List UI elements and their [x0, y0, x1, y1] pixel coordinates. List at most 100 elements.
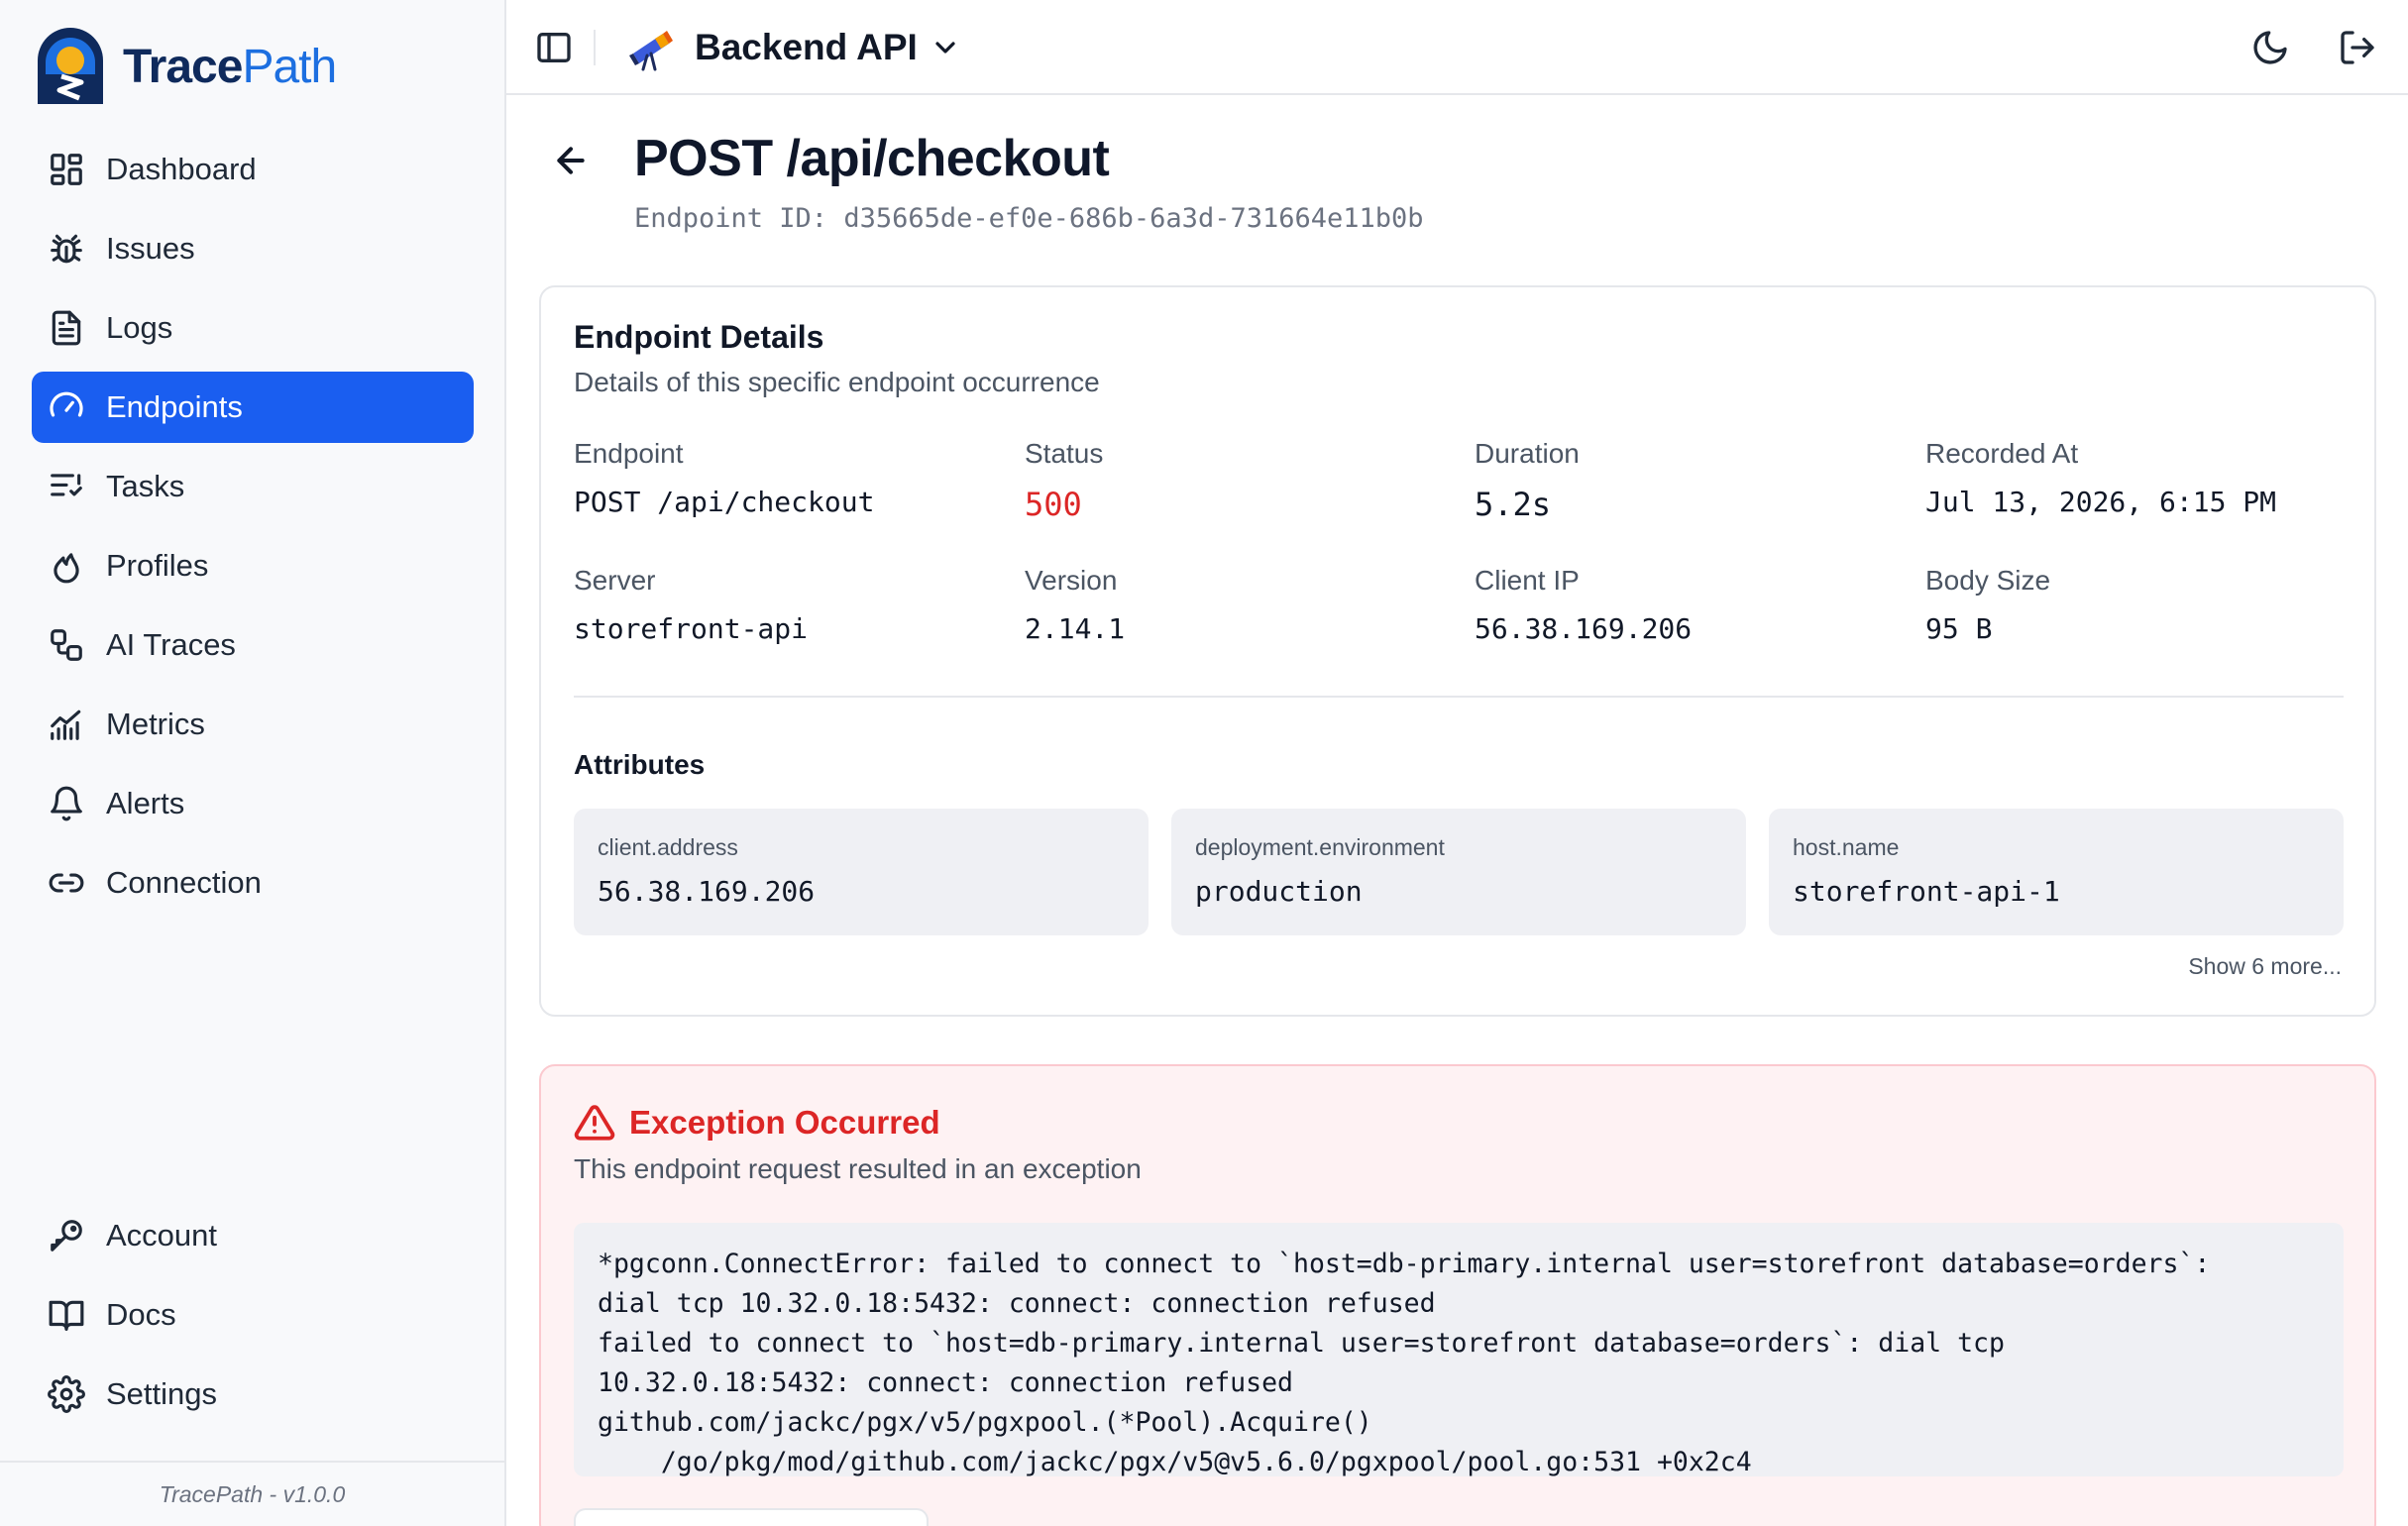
sidebar-item-label: Issues: [106, 231, 195, 266]
sidebar-item-label: Alerts: [106, 786, 185, 820]
card-title: Endpoint Details: [574, 319, 824, 355]
attribute-key: host.name: [1793, 834, 1900, 860]
sidebar-item-label: Tasks: [106, 469, 185, 503]
sidebar-item-label: AI Traces: [106, 627, 236, 662]
field-label: Endpoint: [574, 438, 684, 469]
field-server: Server storefront-api: [574, 565, 990, 645]
attribute-value: storefront-api-1: [1793, 875, 2060, 908]
back-arrow-icon[interactable]: [551, 141, 591, 180]
dashboard-icon: [51, 154, 82, 185]
field-duration: Duration 5.2s: [1475, 438, 1891, 523]
attribute-tile: host.name storefront-api-1: [1769, 809, 2344, 935]
field-value: 56.38.169.206: [1475, 612, 1693, 645]
key-icon: [51, 1220, 82, 1252]
divider: [594, 30, 596, 65]
attribute-value: 56.38.169.206: [598, 875, 816, 908]
exception-title: Exception Occurred: [629, 1104, 940, 1141]
field-value: storefront-api: [574, 612, 809, 645]
attribute-value: production: [1195, 875, 1363, 908]
brand[interactable]: TracePath: [34, 24, 337, 109]
sidebar-item-docs[interactable]: Docs: [32, 1279, 474, 1351]
exception-subtitle: This endpoint request resulted in an exc…: [574, 1153, 1142, 1184]
tracepath-logo-icon: [38, 28, 103, 104]
brand-name: TracePath: [123, 40, 337, 93]
sidebar-item-endpoints[interactable]: Endpoints: [32, 372, 474, 443]
sidebar-item-alerts[interactable]: Alerts: [32, 768, 474, 839]
sidebar-item-tasks[interactable]: Tasks: [32, 451, 474, 522]
list-tasks-icon: [51, 474, 82, 496]
sidebar-item-issues[interactable]: Issues: [32, 213, 474, 284]
sidebar-item-label: Endpoints: [106, 389, 243, 424]
partial-button[interactable]: [574, 1508, 929, 1526]
attribute-key: client.address: [598, 834, 738, 860]
sidebar-item-label: Profiles: [106, 548, 209, 583]
secondary-nav: Account Docs Settings: [32, 1200, 474, 1438]
warning-triangle-icon: [574, 1105, 615, 1141]
field-status: Status 500: [1025, 438, 1441, 523]
moon-icon[interactable]: [2250, 28, 2290, 67]
field-label: Duration: [1475, 438, 1580, 469]
main-nav: Dashboard Issues Logs Endpoints Tasks Pr…: [32, 134, 474, 926]
field-body-size: Body Size 95 B: [1925, 565, 2342, 645]
field-value: 95 B: [1925, 612, 1993, 645]
stack-trace-text: *pgconn.ConnectError: failed to connect …: [598, 1249, 2211, 1476]
attributes-heading: Attributes: [574, 749, 706, 780]
sidebar: TracePath Dashboard Issues Logs Endpoint…: [0, 0, 506, 1526]
field-label: Client IP: [1475, 565, 1580, 596]
link-icon: [49, 873, 84, 893]
field-recorded-at: Recorded At Jul 13, 2026, 6:15 PM: [1925, 438, 2342, 518]
sidebar-item-ai-traces[interactable]: AI Traces: [32, 609, 474, 681]
show-more-link[interactable]: Show 6 more...: [2188, 953, 2342, 980]
sidebar-item-settings[interactable]: Settings: [32, 1359, 474, 1430]
field-client-ip: Client IP 56.38.169.206: [1475, 565, 1891, 645]
logout-icon[interactable]: [2338, 28, 2377, 67]
field-value: POST /api/checkout: [574, 486, 875, 518]
attribute-key: deployment.environment: [1195, 834, 1445, 860]
chart-icon: [51, 709, 81, 740]
sidebar-item-metrics[interactable]: Metrics: [32, 689, 474, 760]
sidebar-item-label: Connection: [106, 865, 262, 900]
sidebar-item-label: Dashboard: [106, 152, 257, 186]
project-name: Backend API: [695, 27, 918, 67]
field-label: Version: [1025, 565, 1118, 596]
status-code: 500: [1025, 486, 1082, 523]
field-value: 5.2s: [1475, 486, 1552, 523]
attribute-tile: deployment.environment production: [1171, 809, 1746, 935]
sidebar-item-dashboard[interactable]: Dashboard: [32, 134, 474, 205]
chevron-down-icon: [935, 42, 955, 54]
attribute-tile: client.address 56.38.169.206: [574, 809, 1149, 935]
card-subtitle: Details of this specific endpoint occurr…: [574, 367, 1100, 397]
field-value: Jul 13, 2026, 6:15 PM: [1925, 486, 2277, 518]
sidebar-item-label: Metrics: [106, 707, 205, 741]
project-switcher[interactable]: Backend API: [625, 22, 961, 73]
page-title: POST /api/checkout: [634, 130, 1110, 187]
sidebar-item-account[interactable]: Account: [32, 1200, 474, 1271]
file-text-icon: [52, 310, 81, 346]
sidebar-item-logs[interactable]: Logs: [32, 292, 474, 364]
sidebar-item-profiles[interactable]: Profiles: [32, 530, 474, 601]
field-version: Version 2.14.1: [1025, 565, 1441, 645]
bell-icon: [51, 786, 82, 821]
field-value: 2.14.1: [1025, 612, 1126, 645]
field-label: Body Size: [1925, 565, 2051, 596]
sidebar-item-label: Logs: [106, 310, 173, 345]
sidebar-item-connection[interactable]: Connection: [32, 847, 474, 919]
workflow-icon: [51, 629, 82, 661]
sidebar-item-label: Docs: [106, 1297, 176, 1332]
sidebar-item-label: Account: [106, 1218, 218, 1253]
field-label: Server: [574, 565, 656, 596]
endpoint-id: Endpoint ID: d35665de-ef0e-686b-6a3d-731…: [634, 203, 1424, 234]
gauge-icon: [50, 391, 83, 417]
topbar: Backend API: [506, 0, 2408, 95]
divider: [574, 696, 2344, 698]
field-endpoint: Endpoint POST /api/checkout: [574, 438, 990, 518]
bug-icon: [51, 234, 82, 264]
version-footer: TracePath - v1.0.0: [0, 1461, 504, 1526]
field-label: Recorded At: [1925, 438, 2079, 469]
sidebar-toggle-icon[interactable]: [534, 28, 574, 67]
stack-trace[interactable]: *pgconn.ConnectError: failed to connect …: [574, 1223, 2344, 1476]
exception-header: Exception Occurred: [574, 1102, 940, 1144]
sidebar-item-label: Settings: [106, 1376, 218, 1411]
gear-icon: [48, 1375, 85, 1413]
endpoint-details-card: Endpoint Details Details of this specifi…: [539, 285, 2376, 1017]
